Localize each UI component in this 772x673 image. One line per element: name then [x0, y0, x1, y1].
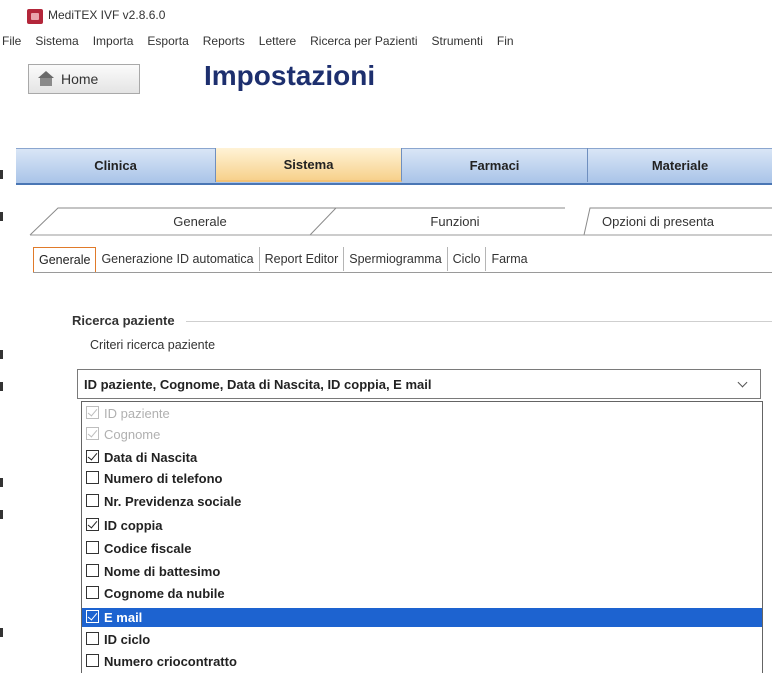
option-label: Numero di telefono — [104, 471, 223, 486]
app-icon — [27, 9, 43, 24]
menu-importa[interactable]: Importa — [93, 34, 134, 48]
option-label: Nome di battesimo — [104, 564, 221, 579]
menu-esporta[interactable]: Esporta — [147, 34, 188, 48]
tab-farmaci[interactable]: Farmaci — [402, 148, 588, 182]
chevron-down-icon[interactable] — [739, 379, 748, 388]
checkbox — [86, 406, 99, 419]
menu-bar: File Sistema Importa Esporta Reports Let… — [0, 30, 772, 52]
option-label: Cognome — [104, 427, 161, 442]
checkbox[interactable] — [86, 564, 99, 577]
option-label: Numero criocontratto — [104, 654, 237, 669]
option-codice-fiscale[interactable]: Codice fiscale — [82, 539, 762, 558]
option-previdenza-sociale[interactable]: Nr. Previdenza sociale — [82, 492, 762, 511]
option-id-coppia[interactable]: ID coppia — [82, 516, 762, 535]
combobox-value: ID paziente, Cognome, Data di Nascita, I… — [84, 376, 432, 392]
option-cognome: Cognome — [82, 425, 762, 444]
page-title: Impostazioni — [204, 60, 376, 91]
group-title: Ricerca paziente — [72, 313, 175, 328]
menu-lettere[interactable]: Lettere — [259, 34, 296, 48]
edge-marker — [0, 478, 3, 487]
section-tab-bar: Generale Generazione ID automatica Repor… — [33, 247, 772, 273]
option-data-di-nascita[interactable]: Data di Nascita — [82, 448, 762, 467]
option-label: Data di Nascita — [104, 450, 198, 465]
option-label: E mail — [104, 610, 143, 625]
edge-marker — [0, 382, 3, 391]
menu-ricerca-pazienti[interactable]: Ricerca per Pazienti — [310, 34, 417, 48]
edge-marker — [0, 170, 3, 179]
option-label: ID paziente — [104, 406, 170, 421]
checkbox[interactable] — [86, 518, 99, 531]
option-label: Cognome da nubile — [104, 586, 225, 601]
menu-strumenti[interactable]: Strumenti — [432, 34, 483, 48]
option-label: Codice fiscale — [104, 541, 192, 556]
search-criteria-dropdown: ID paziente Cognome Data di Nascita Nume… — [81, 401, 763, 673]
home-button-label: Home — [61, 71, 99, 87]
section-tab-report-editor[interactable]: Report Editor — [260, 247, 345, 271]
menu-reports[interactable]: Reports — [203, 34, 245, 48]
option-cognome-nubile[interactable]: Cognome da nubile — [82, 584, 762, 603]
tab-materiale[interactable]: Materiale — [588, 148, 772, 182]
option-id-ciclo[interactable]: ID ciclo — [82, 630, 762, 649]
option-numero-criocontratto[interactable]: Numero criocontratto — [82, 652, 762, 671]
option-id-paziente: ID paziente — [82, 404, 762, 423]
menu-file[interactable]: File — [2, 34, 21, 48]
search-criteria-label: Criteri ricerca paziente — [90, 338, 216, 352]
edge-marker — [0, 628, 3, 637]
home-button[interactable]: Home — [28, 64, 140, 94]
checkbox[interactable] — [86, 610, 99, 623]
option-numero-telefono[interactable]: Numero di telefono — [82, 469, 762, 488]
group-divider — [186, 321, 772, 322]
edge-marker — [0, 510, 3, 519]
option-label: Nr. Previdenza sociale — [104, 494, 242, 509]
subtab-funzioni[interactable]: Funzioni — [345, 208, 565, 235]
checkbox[interactable] — [86, 450, 99, 463]
checkbox[interactable] — [86, 632, 99, 645]
option-label: ID coppia — [104, 518, 163, 533]
section-tab-spermiogramma[interactable]: Spermiogramma — [344, 247, 448, 271]
tab-sistema[interactable]: Sistema — [216, 148, 402, 182]
checkbox[interactable] — [86, 471, 99, 484]
checkbox[interactable] — [86, 541, 99, 554]
section-tab-farmaci[interactable]: Farma — [486, 247, 532, 271]
menu-finestra[interactable]: Fin — [497, 34, 514, 48]
home-icon — [37, 71, 55, 87]
checkbox[interactable] — [86, 586, 99, 599]
window-title: MediTEX IVF v2.8.6.0 — [48, 8, 166, 22]
tab-clinica[interactable]: Clinica — [16, 148, 216, 182]
option-label: ID ciclo — [104, 632, 151, 647]
subtab-generale[interactable]: Generale — [100, 208, 300, 235]
search-criteria-combobox[interactable]: ID paziente, Cognome, Data di Nascita, I… — [77, 369, 761, 399]
section-tab-generazione-id[interactable]: Generazione ID automatica — [96, 247, 260, 271]
edge-marker — [0, 350, 3, 359]
subtab-opzioni-presentazione[interactable]: Opzioni di presenta — [596, 208, 772, 235]
menu-sistema[interactable]: Sistema — [35, 34, 78, 48]
option-nome-battesimo[interactable]: Nome di battesimo — [82, 562, 762, 581]
checkbox[interactable] — [86, 654, 99, 667]
section-tab-generale[interactable]: Generale — [33, 247, 97, 272]
option-email[interactable]: E mail — [82, 608, 762, 627]
section-tab-ciclo[interactable]: Ciclo — [448, 247, 487, 271]
checkbox — [86, 427, 99, 440]
checkbox[interactable] — [86, 494, 99, 507]
